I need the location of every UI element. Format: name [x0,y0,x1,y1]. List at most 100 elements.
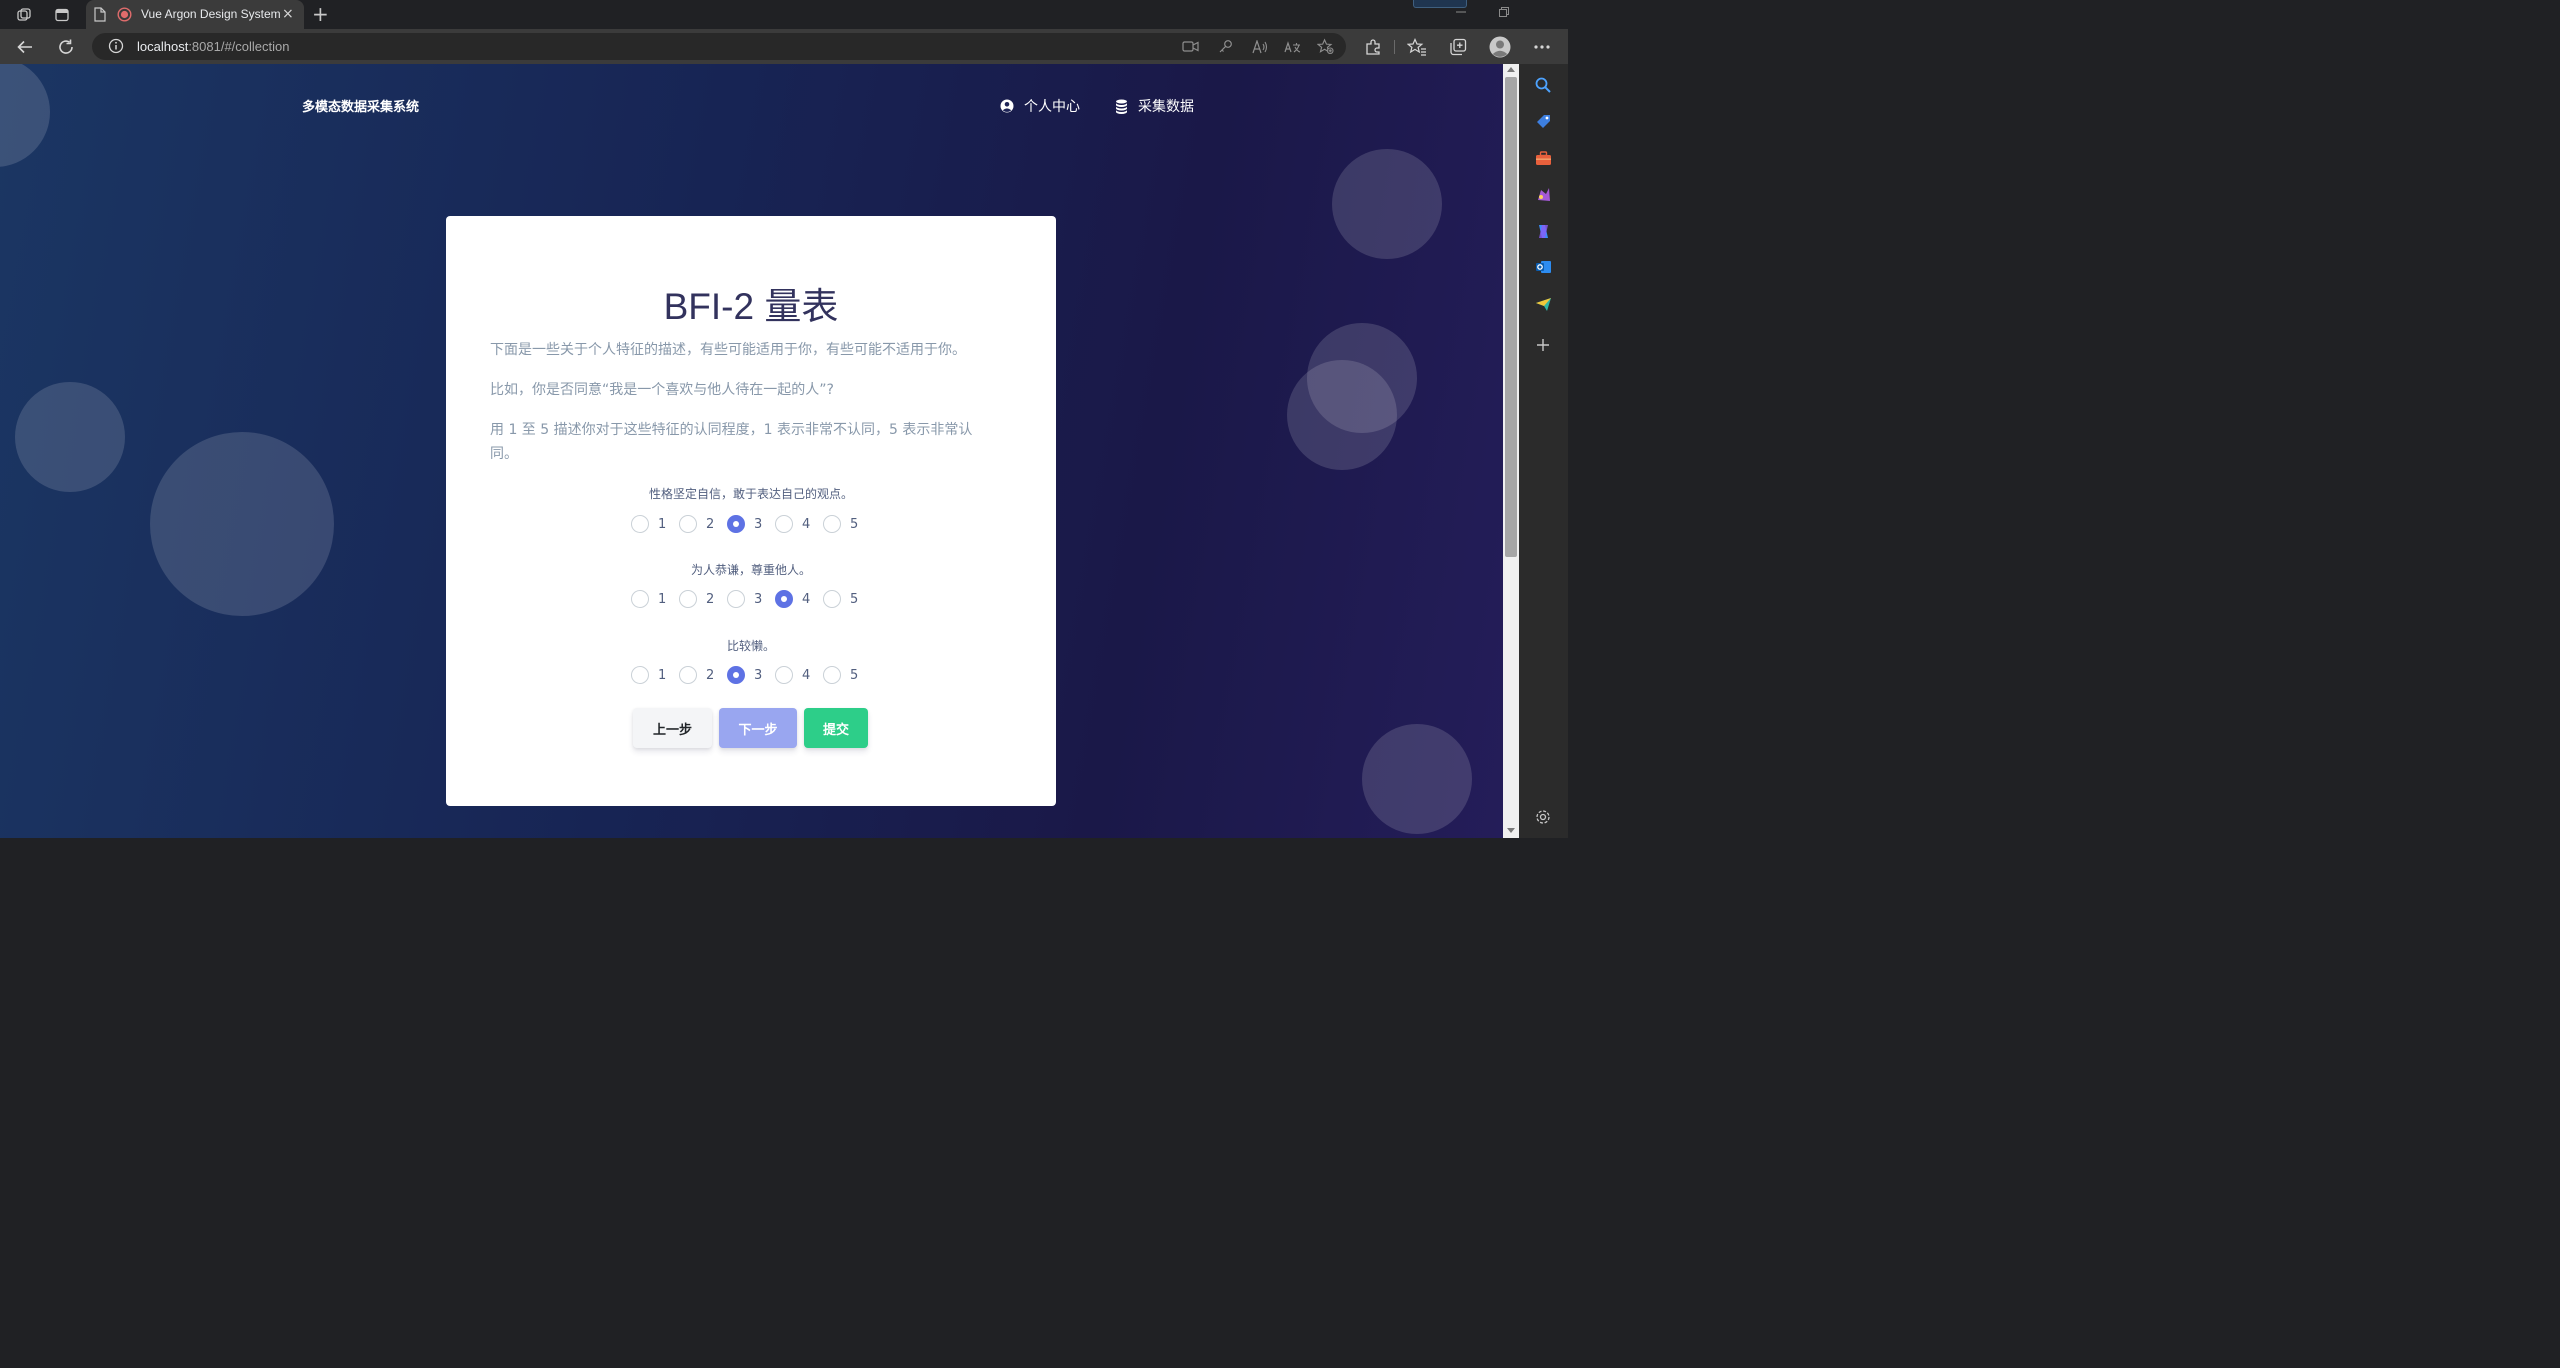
extensions-icon[interactable] [1363,37,1383,57]
rating-option[interactable]: 3 [727,589,762,609]
radio-button[interactable] [631,590,649,608]
refresh-icon[interactable] [55,36,77,58]
scroll-thumb[interactable] [1505,77,1517,557]
url-text[interactable]: localhost:8081/#/collection [137,39,290,54]
collections-icon[interactable] [1448,37,1468,57]
intro-paragraph: 下面是一些关于个人特征的描述，有些可能适用于你，有些可能不适用于你。 [490,342,966,358]
outlook-icon[interactable] [1534,258,1552,276]
tab-title: Vue Argon Design System [141,7,281,21]
next-button[interactable]: 下一步 [719,708,797,748]
address-bar[interactable]: localhost:8081/#/collection [92,33,1346,60]
radio-button[interactable] [775,590,793,608]
page-icon [94,7,106,26]
submit-button[interactable]: 提交 [804,708,868,748]
nav-link-label: 采集数据 [1138,99,1194,115]
toolbar-divider [1394,40,1395,54]
radio-button[interactable] [679,666,697,684]
scroll-up-icon[interactable] [1507,67,1515,72]
rating-option-label: 4 [802,591,811,607]
scroll-down-icon[interactable] [1507,828,1515,833]
rating-option-label: 2 [706,516,715,532]
rating-option[interactable]: 4 [775,514,810,534]
games-icon[interactable] [1534,185,1552,203]
rating-option[interactable]: 1 [631,514,666,534]
rating-option[interactable]: 4 [775,589,810,609]
page-scrollbar[interactable] [1503,64,1519,838]
radio-button[interactable] [775,515,793,533]
rating-option[interactable]: 5 [823,665,858,685]
toolbox-icon[interactable] [1534,149,1552,167]
restore-icon[interactable] [1499,6,1509,20]
radio-button[interactable] [679,590,697,608]
minimize-icon[interactable] [1456,6,1466,20]
send-icon[interactable] [1534,295,1552,313]
rating-option[interactable]: 1 [631,665,666,685]
radio-button[interactable] [823,590,841,608]
radio-button[interactable] [727,590,745,608]
rating-option[interactable]: 1 [631,589,666,609]
active-tab[interactable]: Vue Argon Design System × [86,0,304,29]
nav-link-label: 个人中心 [1024,99,1080,115]
page-viewport: 多模态数据采集系统 个人中心 采集数据 BFI-2 量表 下面是一些关于个人特征… [0,64,1503,838]
more-menu-icon[interactable] [1532,37,1552,57]
rating-option[interactable]: 3 [727,514,762,534]
read-aloud-icon[interactable] [1251,38,1268,55]
rating-option-label: 5 [850,591,859,607]
close-tab-icon[interactable]: × [282,6,294,22]
scale-instruction-paragraph: 用 1 至 5 描述你对于这些特征的认同程度，1 表示非常不认同，5 表示非常认… [490,422,973,462]
decorative-circle [150,432,334,616]
back-icon[interactable] [14,36,36,58]
workspaces-icon[interactable] [14,5,34,25]
radio-button[interactable] [679,515,697,533]
rating-option[interactable]: 2 [679,665,714,685]
camera-icon[interactable] [1182,38,1199,55]
rating-option-label: 2 [706,667,715,683]
rating-option-label: 1 [658,667,667,683]
new-tab-icon[interactable]: + [312,3,329,25]
decorative-circle [1332,149,1442,259]
example-paragraph: 比如，你是否同意“我是一个喜欢与他人待在一起的人”? [490,382,834,398]
radio-button[interactable] [631,515,649,533]
site-info-icon[interactable] [108,38,124,58]
rating-option[interactable]: 4 [775,665,810,685]
decorative-circle [1362,724,1472,834]
rating-option[interactable]: 5 [823,514,858,534]
radio-button[interactable] [727,515,745,533]
rating-option-label: 3 [754,591,763,607]
key-icon[interactable] [1217,38,1234,55]
favorites-icon[interactable] [1407,37,1427,57]
decorative-circle [1287,360,1397,470]
url-path: :8081/#/collection [188,39,290,54]
vertical-tabs-icon[interactable] [52,5,72,25]
radio-button[interactable] [823,666,841,684]
question-text: 性格坚定自信，敢于表达自己的观点。 [648,487,853,501]
rating-option[interactable]: 5 [823,589,858,609]
brand-logo-text[interactable]: 多模态数据采集系统 [302,96,419,115]
survey-card: BFI-2 量表 下面是一些关于个人特征的描述，有些可能适用于你，有些可能不适用… [446,216,1056,806]
translate-icon[interactable] [1284,38,1301,55]
radio-button[interactable] [727,666,745,684]
rating-option[interactable]: 2 [679,514,714,534]
rating-option[interactable]: 2 [679,589,714,609]
radio-button[interactable] [775,666,793,684]
nav-link-profile[interactable]: 个人中心 [1000,96,1080,116]
radio-button[interactable] [823,515,841,533]
settings-gear-icon[interactable] [1534,808,1552,826]
previous-button[interactable]: 上一步 [633,708,712,748]
rating-option[interactable]: 3 [727,665,762,685]
rating-option-label: 4 [802,516,811,532]
add-favorite-icon[interactable] [1317,38,1334,55]
nav-link-collect-data[interactable]: 采集数据 [1114,96,1194,116]
rating-option-label: 3 [754,516,763,532]
rating-option-label: 2 [706,591,715,607]
address-toolbar: localhost:8081/#/collection [0,29,1568,64]
browser-sidebar [1519,64,1568,838]
add-sidebar-app-icon[interactable] [1534,336,1552,354]
search-icon[interactable] [1534,76,1552,94]
decorative-circle [15,382,125,492]
radio-button[interactable] [631,666,649,684]
copilot-icon[interactable] [1534,222,1552,240]
shopping-tag-icon[interactable] [1534,112,1552,130]
profile-avatar[interactable] [1489,36,1511,58]
database-icon [1114,99,1128,114]
